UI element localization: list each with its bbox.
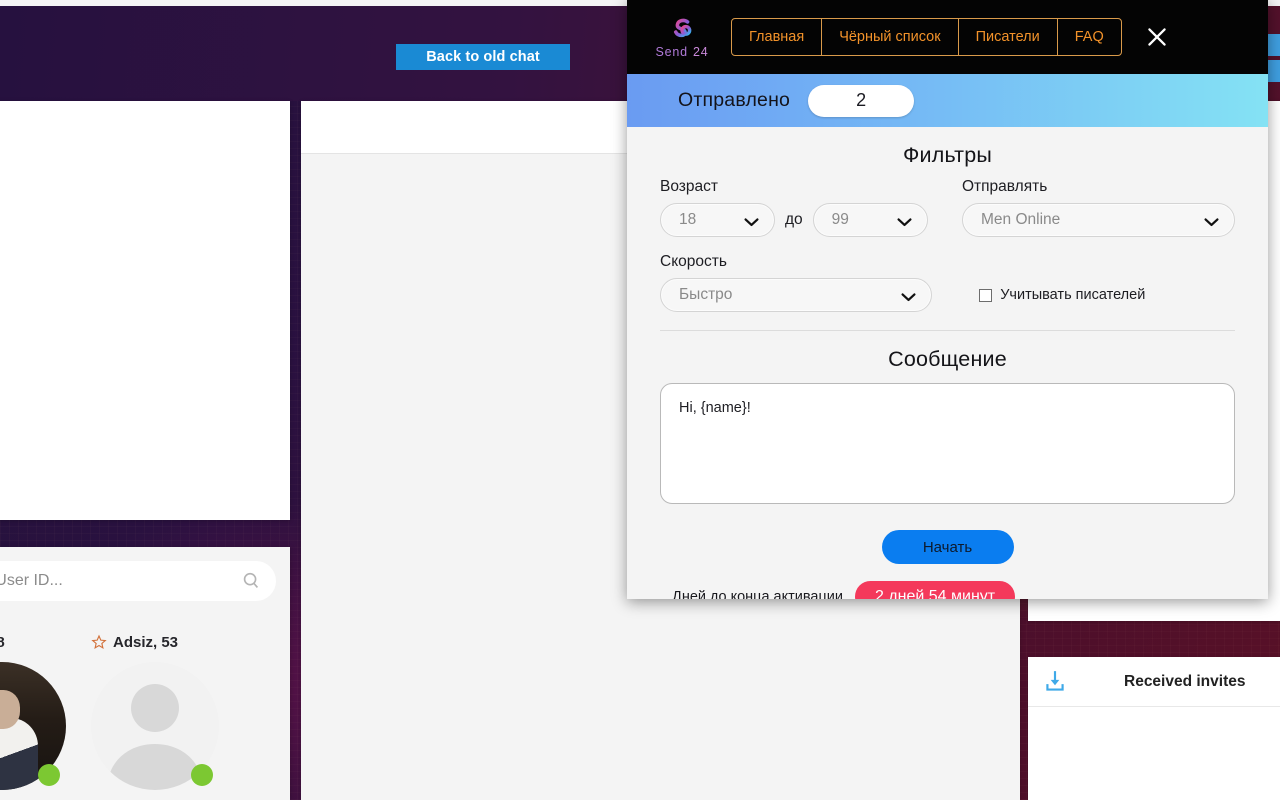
search-icon[interactable] xyxy=(240,570,262,592)
send-target-value: Men Online xyxy=(981,211,1061,228)
user-card[interactable]: Adsiz, 53 xyxy=(91,631,234,790)
send-logo-icon xyxy=(669,16,696,43)
section-divider xyxy=(660,330,1235,331)
user-name-row: Adsiz, 53 xyxy=(91,631,234,653)
count-writers-row[interactable]: Учитывать писателей xyxy=(979,278,1145,312)
brand-text: Send 24 xyxy=(656,45,709,59)
send-filter-group: Отправлять Men Online xyxy=(962,178,1235,237)
age-from-value: 18 xyxy=(679,211,697,228)
count-writers-checkbox[interactable] xyxy=(979,288,993,302)
chevron-down-icon xyxy=(743,215,760,227)
avatar[interactable] xyxy=(91,662,219,790)
nav-item-blacklist[interactable]: Чёрный список xyxy=(822,19,959,55)
send-label: Отправлять xyxy=(962,178,1048,195)
close-icon[interactable] xyxy=(1140,20,1174,54)
age-from-select[interactable]: 18 xyxy=(660,203,775,237)
user-name-row: lfredo, 68 xyxy=(0,631,81,653)
activation-row: Дней до конца активации 2 дней 54 минут xyxy=(660,581,1235,599)
user-grid: lfredo, 68 Adsiz, 53 xyxy=(0,631,290,790)
online-status-dot xyxy=(191,764,213,786)
search-bar[interactable] xyxy=(0,561,276,601)
message-title: Сообщение xyxy=(888,347,1007,371)
count-writers-group: Учитывать писателей xyxy=(966,253,1235,312)
user-name-label: Adsiz, 53 xyxy=(113,633,179,651)
star-icon[interactable] xyxy=(91,634,107,650)
filters-row-2: Скорость Быстро Учитывать писателей xyxy=(660,253,1235,312)
chevron-down-icon xyxy=(900,290,917,302)
received-invites-card: Received invites xyxy=(1028,657,1280,800)
chat-panel-left xyxy=(0,101,290,520)
overlay-nav-group: Главная Чёрный список Писатели FAQ xyxy=(731,18,1122,56)
page-root: Back to old chat Received invites City, … xyxy=(0,0,1280,800)
speed-label: Скорость xyxy=(660,253,727,270)
avatar[interactable] xyxy=(0,662,66,790)
back-to-old-chat-button[interactable]: Back to old chat xyxy=(396,44,570,70)
speed-value: Быстро xyxy=(679,286,733,303)
age-label: Возраст xyxy=(660,178,718,195)
brand-suffix: 24 xyxy=(692,44,709,59)
user-name-label: lfredo, 68 xyxy=(0,633,5,651)
nav-item-writers[interactable]: Писатели xyxy=(959,19,1058,55)
overlay-navbar: Send 24 Главная Чёрный список Писатели FA… xyxy=(627,0,1268,74)
filters-title: Фильтры xyxy=(902,143,993,167)
received-invites-title: Received invites xyxy=(1124,672,1246,690)
send24-overlay-panel: Send 24 Главная Чёрный список Писатели FA… xyxy=(627,0,1268,599)
online-status-dot xyxy=(38,764,60,786)
speed-filter-group: Скорость Быстро xyxy=(660,253,953,312)
age-between-label: до xyxy=(785,211,803,228)
activation-badge: 2 дней 54 минут xyxy=(854,581,1016,599)
nav-item-faq[interactable]: FAQ xyxy=(1058,19,1121,55)
user-list-card: lfredo, 68 Adsiz, 53 xyxy=(0,547,290,800)
sent-count-badge: 2 xyxy=(808,84,915,117)
speed-select[interactable]: Быстро xyxy=(660,278,932,312)
sent-label: Отправлено xyxy=(678,89,791,111)
chevron-down-icon xyxy=(896,215,913,227)
message-textarea[interactable] xyxy=(660,383,1235,504)
received-invites-header: Received invites xyxy=(1028,657,1280,707)
activation-label: Дней до конца активации xyxy=(672,588,843,600)
age-to-select[interactable]: 99 xyxy=(812,203,928,237)
user-card[interactable]: lfredo, 68 xyxy=(0,631,81,790)
age-to-value: 99 xyxy=(831,211,849,228)
overlay-body: Фильтры Возраст 18 до 99 Отправлять Men … xyxy=(627,143,1268,599)
inbox-download-icon xyxy=(1042,669,1068,695)
age-filter-group: Возраст 18 до 99 xyxy=(660,178,949,237)
send-target-select[interactable]: Men Online xyxy=(962,203,1235,237)
brand-name: Send xyxy=(655,44,688,59)
start-button[interactable]: Начать xyxy=(881,530,1014,564)
brand-logo[interactable]: Send 24 xyxy=(645,16,719,59)
nav-item-home[interactable]: Главная xyxy=(732,19,823,55)
sent-counter-bar: Отправлено 2 xyxy=(627,74,1268,127)
search-input[interactable] xyxy=(0,572,240,590)
count-writers-label: Учитывать писателей xyxy=(1000,287,1146,303)
chevron-down-icon xyxy=(1203,215,1220,227)
filters-row-1: Возраст 18 до 99 Отправлять Men Online xyxy=(660,178,1235,237)
age-range-row: 18 до 99 xyxy=(660,203,949,237)
